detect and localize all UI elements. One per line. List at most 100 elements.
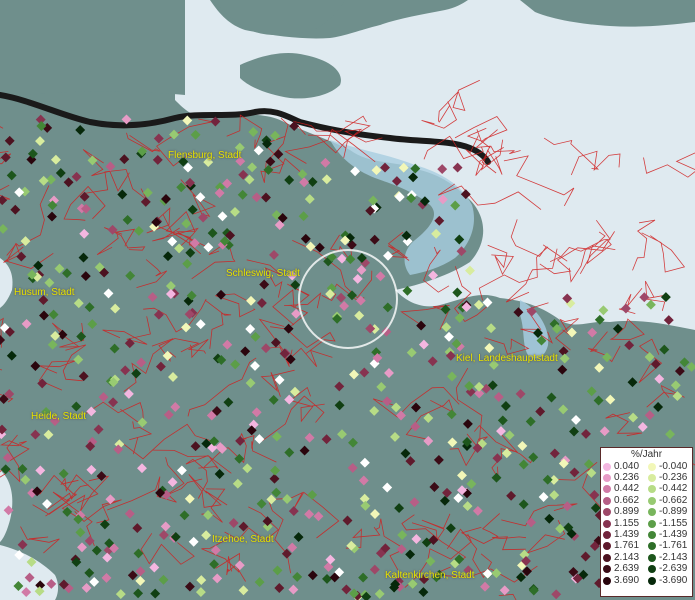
station-marker — [359, 367, 370, 378]
legend-swatch — [603, 496, 611, 505]
station-marker — [359, 457, 370, 468]
station-marker — [78, 252, 89, 263]
legend-swatch — [648, 531, 656, 540]
land-island-4 — [0, 0, 185, 96]
station-marker — [47, 211, 57, 222]
station-marker — [454, 312, 465, 323]
station-marker — [313, 511, 324, 522]
station-marker — [542, 474, 553, 485]
station-marker — [382, 482, 393, 493]
station-marker — [445, 523, 456, 534]
station-marker — [47, 339, 58, 350]
legend-entry-positive: 0.899 — [603, 507, 648, 517]
legend-swatch — [603, 531, 611, 540]
map-canvas[interactable]: Flensburg, Stadt Schleswig, Stadt Husum,… — [0, 0, 695, 600]
station-marker — [54, 263, 65, 274]
station-marker — [659, 344, 670, 355]
station-marker — [473, 299, 484, 310]
legend-swatch — [603, 553, 611, 562]
station-marker — [254, 577, 265, 588]
station-marker — [491, 472, 502, 483]
station-marker — [457, 470, 467, 481]
station-marker — [133, 588, 144, 599]
station-marker — [245, 378, 256, 388]
station-marker — [46, 174, 56, 185]
station-marker — [109, 343, 120, 354]
station-marker — [174, 243, 185, 254]
station-marker — [98, 392, 109, 403]
station-marker — [0, 195, 8, 206]
legend-swatch — [648, 565, 656, 574]
station-marker — [605, 394, 616, 405]
station-marker — [325, 554, 336, 565]
legend-value: 0.442 — [614, 483, 640, 495]
station-marker — [583, 459, 594, 470]
station-marker — [528, 452, 539, 463]
station-marker — [462, 418, 473, 429]
station-marker — [268, 394, 279, 405]
station-marker — [425, 556, 436, 567]
station-marker — [492, 453, 503, 464]
station-marker — [493, 392, 504, 402]
station-marker — [496, 426, 506, 437]
station-marker — [62, 268, 72, 279]
station-marker — [429, 482, 440, 492]
station-marker — [370, 509, 380, 519]
station-marker — [593, 395, 604, 406]
station-marker — [30, 429, 41, 440]
station-marker — [549, 490, 560, 501]
station-marker — [654, 373, 665, 384]
station-marker — [160, 521, 171, 532]
station-marker — [347, 462, 358, 473]
station-marker — [89, 576, 100, 587]
station-marker — [580, 551, 591, 562]
legend-entry-positive: 2.143 — [603, 551, 648, 563]
station-marker — [526, 517, 537, 528]
station-marker — [300, 233, 311, 244]
station-marker — [62, 506, 73, 517]
station-marker — [77, 542, 87, 553]
legend-swatch — [603, 508, 611, 517]
station-marker — [270, 337, 281, 348]
station-marker — [497, 415, 508, 426]
station-marker — [168, 372, 178, 382]
station-marker — [152, 154, 163, 165]
legend-swatch — [648, 474, 656, 483]
station-marker — [396, 410, 406, 421]
station-marker — [246, 295, 256, 306]
station-marker — [103, 288, 114, 299]
legend-row: 0.442 -0.442 — [603, 484, 693, 495]
station-marker — [6, 170, 17, 181]
sea-west-2 — [0, 470, 13, 542]
station-marker — [248, 127, 259, 137]
station-marker — [299, 445, 310, 456]
station-marker — [176, 465, 187, 476]
station-marker — [288, 584, 299, 595]
station-marker — [400, 448, 411, 459]
station-marker — [384, 368, 394, 378]
legend-entry-negative: -0.662 — [648, 495, 693, 506]
station-marker — [569, 426, 579, 437]
selection-circle[interactable] — [298, 249, 398, 349]
station-marker — [80, 271, 91, 282]
legend-entry-positive: 3.690 — [603, 575, 648, 586]
city-label-kiel: Kiel, Landeshauptstadt — [456, 353, 558, 364]
station-marker — [304, 509, 315, 520]
station-marker — [190, 129, 201, 140]
station-marker — [33, 260, 44, 271]
legend-entry-negative: -1.439 — [648, 530, 693, 540]
station-marker — [265, 156, 276, 167]
station-marker — [549, 448, 560, 459]
station-marker — [273, 149, 284, 160]
station-marker — [101, 572, 112, 583]
legend-swatch — [648, 485, 656, 494]
sea-west — [0, 258, 13, 308]
station-marker — [198, 212, 209, 223]
station-marker — [546, 392, 557, 403]
legend-value: 2.143 — [614, 551, 640, 563]
station-marker — [155, 361, 166, 372]
station-marker — [599, 426, 610, 437]
city-label-flensburg: Flensburg, Stadt — [168, 150, 242, 161]
station-marker — [272, 565, 283, 576]
station-marker — [650, 359, 661, 370]
